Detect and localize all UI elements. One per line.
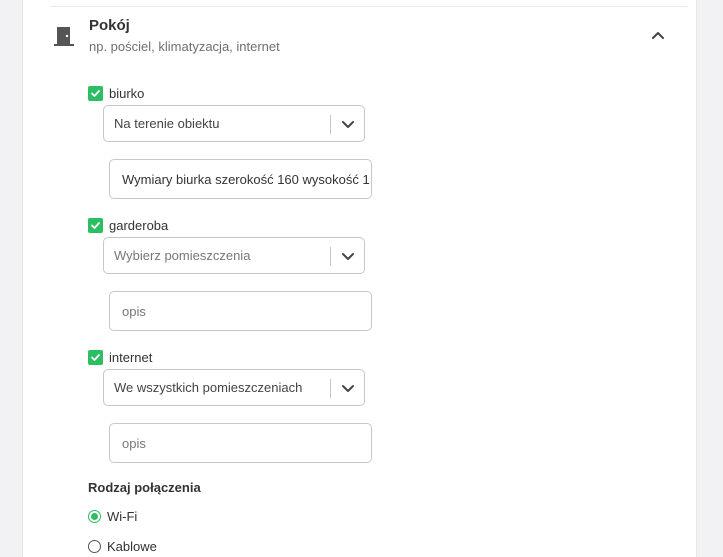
checkmark-icon <box>91 221 100 229</box>
location-select-internet[interactable]: We wszystkich pomieszczeniach <box>103 369 365 406</box>
location-select-biurko[interactable]: Na terenie obiektu <box>103 105 365 142</box>
checkmark-icon <box>91 353 100 361</box>
description-input-garderoba[interactable]: opis <box>109 291 372 331</box>
section-title: Pokój <box>89 17 130 34</box>
amenity-internet[interactable]: internet <box>88 348 152 366</box>
connection-type-title: Rodzaj połączenia <box>88 480 201 495</box>
radio-label: Kablowe <box>107 538 157 554</box>
amenity-label: internet <box>109 349 153 365</box>
divider <box>50 6 687 7</box>
chevron-down-icon[interactable] <box>340 249 356 263</box>
location-select-garderoba[interactable]: Wybierz pomieszczenia <box>103 237 365 274</box>
radio-button[interactable] <box>88 539 101 553</box>
chevron-down-icon[interactable] <box>340 117 356 131</box>
select-value: Na terenie obiektu <box>114 116 220 131</box>
chevron-down-icon[interactable] <box>340 381 356 395</box>
amenity-garderoba[interactable]: garderoba <box>88 216 168 234</box>
room-amenities-panel: Pokój np. pościel, klimatyzacja, interne… <box>22 0 697 557</box>
checkbox-internet[interactable] <box>88 349 103 365</box>
select-separator <box>330 247 331 266</box>
input-placeholder: opis <box>122 436 146 451</box>
radio-option-cable[interactable]: Kablowe <box>88 537 157 555</box>
description-input-internet[interactable]: opis <box>109 423 372 463</box>
select-placeholder: Wybierz pomieszczenia <box>114 248 251 263</box>
chevron-up-icon[interactable] <box>648 26 668 44</box>
amenity-label: biurko <box>109 85 145 101</box>
select-separator <box>330 115 331 134</box>
checkbox-garderoba[interactable] <box>88 217 103 233</box>
checkbox-biurko[interactable] <box>88 85 103 101</box>
radio-label: Wi-Fi <box>107 508 138 524</box>
radio-button[interactable] <box>88 509 101 523</box>
door-icon <box>54 27 74 46</box>
select-separator <box>330 379 331 398</box>
description-input-biurko[interactable]: Wymiary biurka szerokość 160 wysokość 1 <box>109 159 372 199</box>
input-value: Wymiary biurka szerokość 160 wysokość 1 <box>122 172 370 187</box>
checkmark-icon <box>91 89 100 97</box>
select-value: We wszystkich pomieszczeniach <box>114 380 303 395</box>
section-subtitle: np. pościel, klimatyzacja, internet <box>89 39 280 54</box>
radio-option-wifi[interactable]: Wi-Fi <box>88 507 137 525</box>
amenity-biurko[interactable]: biurko <box>88 84 144 102</box>
amenity-label: garderoba <box>109 217 169 233</box>
input-placeholder: opis <box>122 304 146 319</box>
